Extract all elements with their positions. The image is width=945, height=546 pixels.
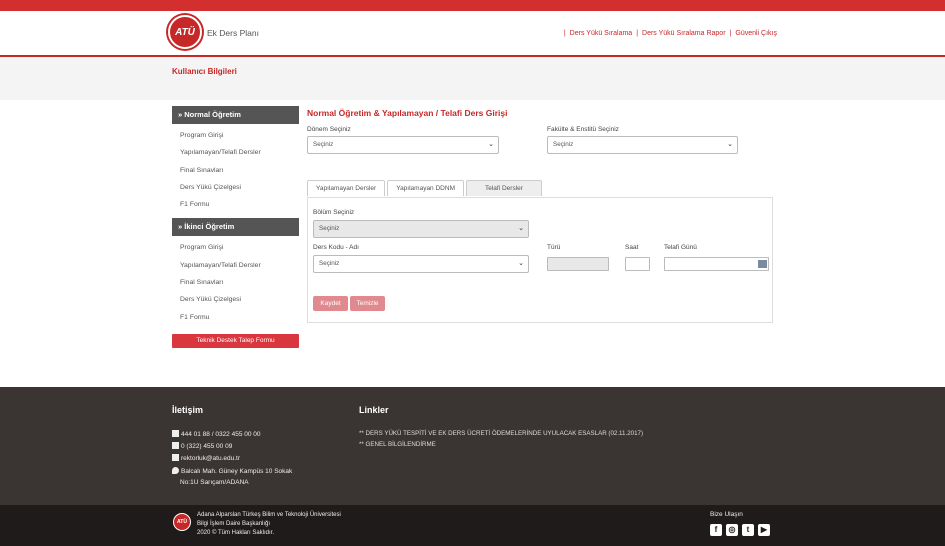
link-ders-yuku-esaslar[interactable]: ** DERS YÜKÜ TESPİTİ VE EK DERS ÜCRETİ Ö… — [359, 430, 643, 437]
contact-phone: 444 01 88 / 0322 455 00 00 — [172, 430, 261, 438]
footer-logo: ATÜ — [173, 513, 191, 531]
ders-select[interactable]: Seçiniz ⌄ — [313, 255, 529, 273]
chevron-down-icon: ⌄ — [518, 260, 524, 267]
social-title: Bize Ulaşın — [710, 511, 743, 518]
sidebar-item-program-girisi[interactable]: Program Girişi — [172, 127, 299, 144]
app-title: Ek Ders Planı — [207, 28, 259, 38]
department-name: Bilgi İşlem Daire Başkanlığı — [197, 521, 271, 527]
donem-select[interactable]: Seçiniz ⌄ — [307, 136, 499, 154]
user-info-bar: Kullanıcı Bilgileri — [0, 57, 945, 100]
facebook-icon[interactable]: f — [710, 524, 722, 536]
nav-ders-yuku-siralama-rapor[interactable]: Ders Yükü Sıralama Rapor — [642, 30, 726, 37]
contact-title: İletişim — [172, 405, 204, 415]
saat-input[interactable] — [625, 257, 650, 271]
turu-label: Türü — [547, 244, 561, 251]
user-info-title[interactable]: Kullanıcı Bilgileri — [172, 67, 237, 76]
sidebar-item-final[interactable]: Final Sınavları — [172, 162, 299, 179]
fax-icon — [172, 442, 179, 449]
chevron-down-icon: ⌄ — [518, 225, 524, 232]
site-header: ATÜ Ek Ders Planı | Ders Yükü Sıralama |… — [0, 11, 945, 57]
donem-label: Dönem Seçiniz — [307, 126, 351, 133]
tab-yapilamayan-dersler[interactable]: Yapılamayan Dersler — [307, 180, 386, 196]
top-accent-bar — [0, 0, 945, 11]
sidebar-item-cizelge[interactable]: Ders Yükü Çizelgesi — [172, 179, 299, 196]
sidebar-item-yapilamayan[interactable]: Yapılamayan/Telafi Dersler — [172, 144, 299, 161]
sidebar-section-ikinci[interactable]: » İkinci Öğretim — [172, 218, 299, 237]
support-request-button[interactable]: Teknik Destek Talep Formu — [172, 333, 299, 348]
youtube-icon[interactable]: ▶ — [758, 524, 770, 536]
bolum-select[interactable]: Seçiniz ⌄ — [313, 220, 529, 238]
chevron-down-icon: ⌄ — [488, 141, 494, 148]
university-name: Adana Alparslan Türkeş Bilim ve Teknoloj… — [197, 512, 341, 518]
phone-icon — [172, 430, 179, 437]
tab-yapilamayan-ddnm[interactable]: Yapılamayan DDNM — [387, 180, 464, 196]
turu-input[interactable] — [547, 257, 609, 271]
sidebar-item-f1-2[interactable]: F1 Formu — [172, 309, 299, 326]
top-nav: | Ders Yükü Sıralama | Ders Yükü Sıralam… — [563, 30, 777, 37]
email-icon — [172, 454, 179, 461]
contact-address-2: No:1U Sarıçam/ADANA — [180, 479, 249, 486]
form-panel: Bölüm Seçiniz Seçiniz ⌄ Ders Kodu - Adı S… — [307, 197, 773, 323]
instagram-icon[interactable]: ◎ — [726, 524, 738, 536]
calendar-icon[interactable] — [758, 260, 767, 268]
chevron-down-icon: ⌄ — [727, 141, 733, 148]
bolum-label: Bölüm Seçiniz — [313, 209, 355, 216]
telafi-gunu-label: Telafi Günü — [664, 244, 697, 251]
tab-telafi-dersler[interactable]: Telafi Dersler — [465, 180, 542, 196]
link-genel-bilgilendirme[interactable]: ** GENEL BİLGİLENDİRME — [359, 441, 436, 448]
sidebar-item-f1[interactable]: F1 Formu — [172, 196, 299, 213]
save-button[interactable]: Kaydet — [313, 296, 348, 311]
fakulte-label: Fakülte & Enstitü Seçiniz — [547, 126, 619, 133]
fakulte-select[interactable]: Seçiniz ⌄ — [547, 136, 738, 154]
university-logo[interactable]: ATÜ — [168, 15, 202, 49]
ders-label: Ders Kodu - Adı — [313, 244, 359, 251]
copyright: 2020 © Tüm Hakları Saklıdır. — [197, 530, 275, 536]
saat-label: Saat — [625, 244, 639, 251]
twitter-icon[interactable]: t — [742, 524, 754, 536]
main-area: » Normal Öğretim Program Girişi Yapılama… — [0, 100, 945, 387]
page-title: Normal Öğretim & Yapılamayan / Telafi De… — [307, 108, 508, 118]
contact-fax: 0 (322) 455 00 09 — [172, 442, 232, 450]
contact-address: Balcalı Mah. Güney Kampüs 10 Sokak — [172, 467, 292, 475]
contact-email[interactable]: rektorluk@atu.edu.tr — [172, 454, 240, 462]
tab-bar: Yapılamayan Dersler Yapılamayan DDNM Tel… — [307, 180, 542, 196]
clear-button[interactable]: Temizle — [350, 296, 385, 311]
sidebar: » Normal Öğretim Program Girişi Yapılama… — [172, 106, 299, 348]
bottom-bar: ATÜ Adana Alparslan Türkeş Bilim ve Tekn… — [0, 505, 945, 546]
sidebar-item-final-2[interactable]: Final Sınavları — [172, 274, 299, 291]
sidebar-section-normal[interactable]: » Normal Öğretim — [172, 106, 299, 124]
content: Normal Öğretim & Yapılamayan / Telafi De… — [307, 108, 777, 323]
nav-ders-yuku-siralama[interactable]: Ders Yükü Sıralama — [570, 30, 633, 37]
footer: İletişim 444 01 88 / 0322 455 00 00 0 (3… — [0, 387, 945, 505]
links-title: Linkler — [359, 405, 389, 415]
sidebar-item-cizelge-2[interactable]: Ders Yükü Çizelgesi — [172, 291, 299, 308]
sidebar-item-program-girisi-2[interactable]: Program Girişi — [172, 239, 299, 256]
sidebar-item-yapilamayan-2[interactable]: Yapılamayan/Telafi Dersler — [172, 257, 299, 274]
nav-logout[interactable]: Güvenli Çıkış — [735, 30, 777, 37]
location-pin-icon — [172, 467, 179, 474]
telafi-gunu-input[interactable] — [664, 257, 769, 271]
